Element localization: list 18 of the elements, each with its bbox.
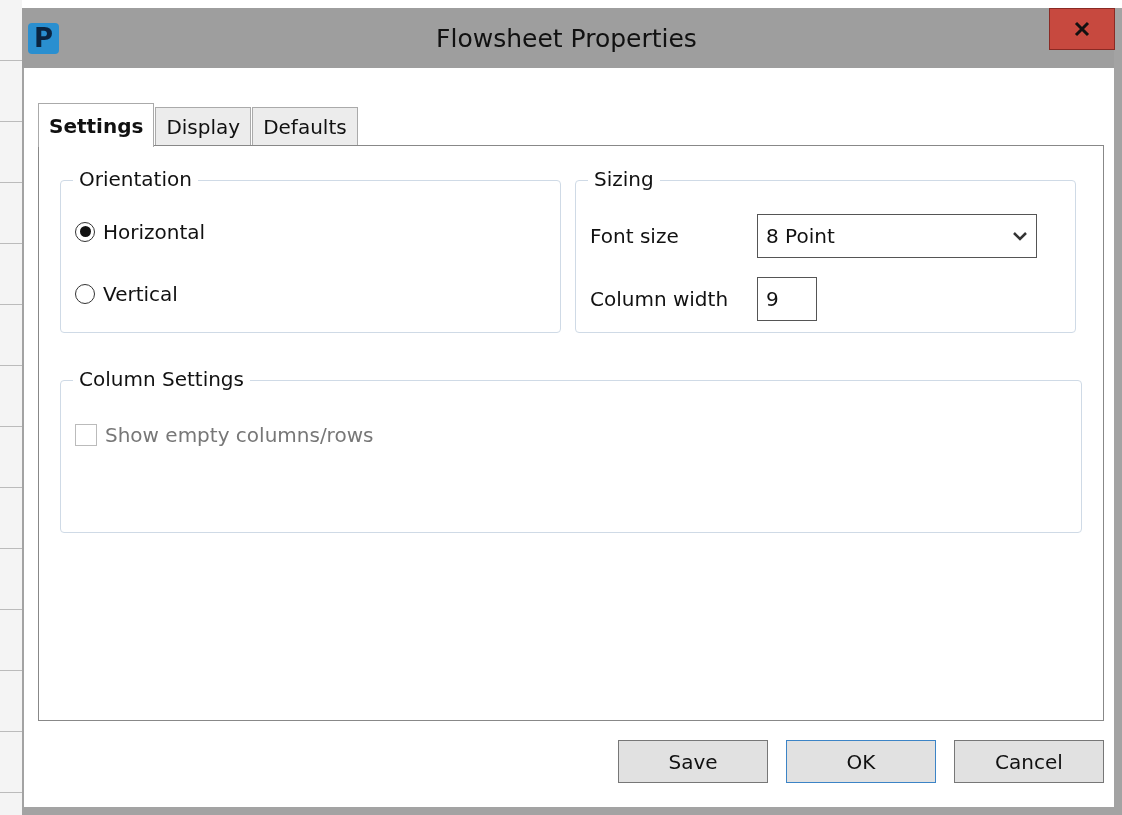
window-title: Flowsheet Properties bbox=[435, 23, 698, 53]
tab[interactable]: Display bbox=[155, 107, 252, 145]
field-label: Column width bbox=[590, 287, 730, 311]
tab[interactable]: Settings bbox=[38, 103, 155, 147]
tab[interactable]: Defaults bbox=[252, 107, 358, 145]
close-icon bbox=[1073, 20, 1091, 38]
app-icon: P bbox=[28, 22, 59, 54]
radio-label: Vertical bbox=[103, 281, 178, 306]
font-size-dropdown[interactable]: 8 Point bbox=[757, 214, 1037, 258]
radio-label: Horizontal bbox=[103, 219, 206, 244]
dialog-button[interactable]: OK bbox=[786, 740, 936, 783]
column-width-field[interactable]: 9 bbox=[757, 277, 817, 321]
close-button[interactable] bbox=[1049, 8, 1115, 50]
field-label: Font size bbox=[590, 224, 680, 248]
dialog-button[interactable]: Save bbox=[618, 740, 768, 783]
dialog-button[interactable]: Cancel bbox=[954, 740, 1104, 783]
chevron-down-icon bbox=[1012, 231, 1028, 241]
checkbox-label: Show empty columns/rows bbox=[105, 422, 374, 447]
